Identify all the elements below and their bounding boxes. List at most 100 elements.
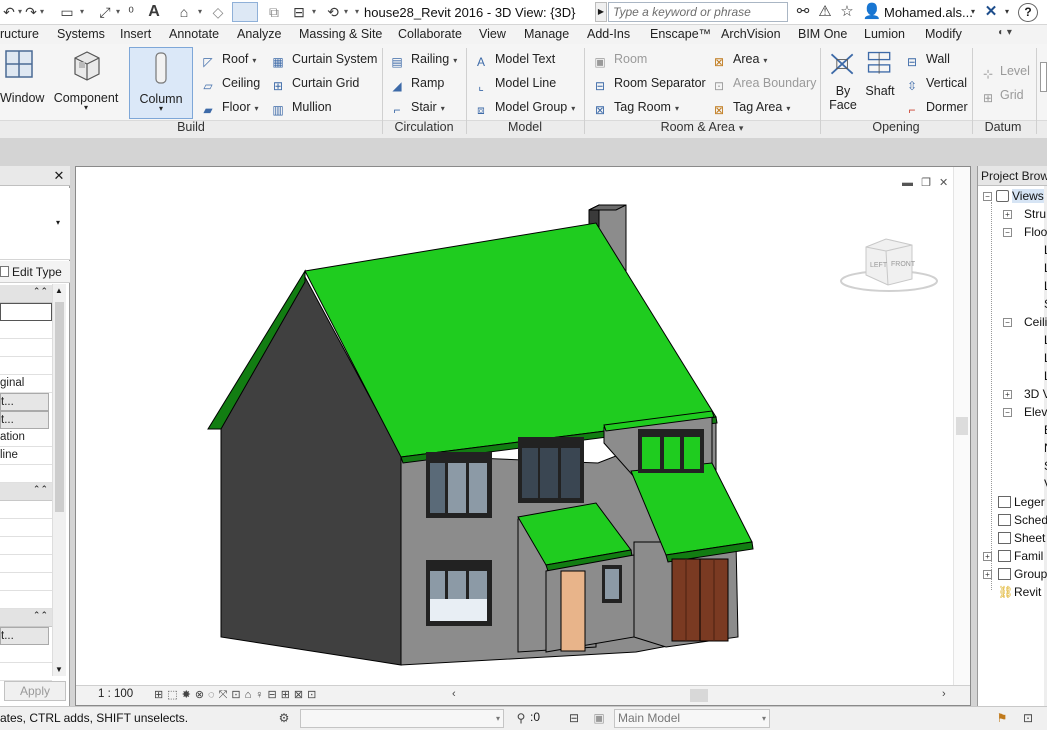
- property-value[interactable]: [0, 303, 52, 321]
- favorites-star-icon[interactable]: ☆: [836, 2, 858, 22]
- tab-modify[interactable]: Modify: [925, 25, 962, 44]
- undo-icon[interactable]: ↶: [2, 3, 16, 21]
- expand-icon[interactable]: +: [1003, 390, 1012, 399]
- subscription-center-icon[interactable]: ⚠: [814, 2, 836, 22]
- tab-insert[interactable]: Insert: [120, 25, 151, 44]
- room-button[interactable]: ▣ Room: [592, 49, 647, 69]
- scroll-left-icon[interactable]: ‹: [452, 688, 456, 700]
- railing-button[interactable]: ▤ Railing ▾: [389, 49, 457, 69]
- property-edit-button[interactable]: t...: [0, 411, 49, 429]
- property-value[interactable]: ginal: [0, 375, 52, 393]
- user-icon[interactable]: 👤: [861, 2, 883, 22]
- tab-enscape[interactable]: Enscape™: [650, 25, 711, 44]
- property-value[interactable]: [0, 357, 52, 375]
- tree-item-families[interactable]: Famil: [998, 547, 1043, 565]
- measure-icon[interactable]: ⤢: [96, 3, 114, 21]
- tree-item-sheets[interactable]: Sheet: [998, 529, 1045, 547]
- design-options-icon[interactable]: ⊟: [565, 710, 583, 726]
- user-dropdown-icon[interactable]: ▾: [968, 2, 978, 22]
- type-selector-dropdown-icon[interactable]: ▾: [56, 218, 60, 227]
- user-name[interactable]: Mohamed.als...: [884, 0, 973, 25]
- tree-item-schedules[interactable]: Sched: [998, 511, 1047, 529]
- view-vertical-scrollbar[interactable]: [953, 167, 970, 685]
- close-hidden-windows-icon[interactable]: ⧉: [265, 3, 283, 21]
- property-value[interactable]: [0, 573, 52, 591]
- curtain-grid-button[interactable]: ⊞ Curtain Grid: [270, 73, 359, 93]
- view-control-icons[interactable]: ⊞⬚✸⊗◌⤧⊡⌂♀⊟⊞⊠⊡: [154, 688, 320, 702]
- property-value[interactable]: [0, 663, 52, 681]
- help-button[interactable]: ?: [1018, 3, 1038, 22]
- ramp-button[interactable]: ◢ Ramp: [389, 73, 444, 93]
- tree-item-ceiling-plans[interactable]: Ceili: [1024, 313, 1047, 331]
- exchange-apps-icon[interactable]: ✕: [980, 2, 1002, 22]
- type-selector[interactable]: ▾: [0, 188, 70, 260]
- room-area-group-label[interactable]: Room & Area ▾: [584, 118, 820, 138]
- collapse-section-icon[interactable]: ⌃⌃: [33, 484, 48, 495]
- sync-icon[interactable]: ⟲: [324, 3, 342, 21]
- model-line-button[interactable]: ⌞ Model Line: [473, 73, 556, 93]
- vertical-opening-button[interactable]: ⇳ Vertical: [904, 73, 967, 93]
- text-icon[interactable]: A: [145, 3, 163, 21]
- tab-view[interactable]: View: [479, 25, 506, 44]
- workplane-set-button[interactable]: [1040, 62, 1047, 92]
- collapse-icon[interactable]: −: [983, 192, 992, 201]
- switch-windows-icon[interactable]: ⊟: [290, 3, 308, 21]
- 3d-view-window[interactable]: ▬ ❐ ✕ LEFT FRONT 1: 100 ⊞⬚✸⊗◌⤧⊡⌂♀⊟⊞⊠⊡ ‹…: [75, 166, 971, 706]
- tag-area-button[interactable]: ⊠ Tag Area ▾: [711, 97, 790, 117]
- properties-section-header[interactable]: ⌃⌃: [0, 483, 52, 501]
- 3d-view-dropdown-icon[interactable]: ▾: [196, 3, 204, 21]
- search-input[interactable]: [608, 2, 788, 22]
- select-links-icon[interactable]: ⚑: [993, 710, 1011, 726]
- by-face-button[interactable]: By Face: [825, 49, 861, 112]
- measure-dropdown-icon[interactable]: ▾: [114, 3, 122, 21]
- component-button[interactable]: Component ▾: [50, 48, 122, 112]
- area-button[interactable]: ⊠ Area ▾: [711, 49, 767, 69]
- property-value[interactable]: [0, 465, 52, 483]
- close-icon[interactable]: ✕: [52, 167, 66, 185]
- tree-item-groups[interactable]: Group: [998, 565, 1047, 583]
- apply-button[interactable]: Apply: [4, 681, 66, 701]
- collapse-icon[interactable]: −: [1003, 318, 1012, 327]
- print-dropdown-icon[interactable]: ▾: [78, 3, 86, 21]
- undo-dropdown-icon[interactable]: ▾: [16, 3, 24, 21]
- ceiling-button[interactable]: ▱ Ceiling: [200, 73, 260, 93]
- tree-item-views[interactable]: Views: [996, 187, 1044, 205]
- property-value[interactable]: [0, 339, 52, 357]
- property-value[interactable]: [0, 501, 52, 519]
- edit-type-button[interactable]: Edit Type: [0, 261, 70, 283]
- viewcube[interactable]: LEFT FRONT: [840, 238, 938, 292]
- tab-massing-site[interactable]: Massing & Site: [299, 25, 382, 44]
- tab-manage[interactable]: Manage: [524, 25, 569, 44]
- properties-section-header[interactable]: ⌃⌃: [0, 609, 52, 627]
- editable-only-icon[interactable]: ▣: [590, 710, 608, 726]
- tab-bim-one[interactable]: BIM One: [798, 25, 847, 44]
- window-button[interactable]: Window: [0, 48, 44, 105]
- print-icon[interactable]: ▭: [58, 3, 76, 21]
- tab-add-ins[interactable]: Add-Ins: [587, 25, 630, 44]
- tab-collaborate[interactable]: Collaborate: [398, 25, 462, 44]
- tab-systems[interactable]: Systems: [57, 25, 105, 44]
- tree-item-structural-plans[interactable]: Stru: [1024, 205, 1046, 223]
- expand-icon[interactable]: +: [983, 552, 992, 561]
- property-value[interactable]: line: [0, 447, 52, 465]
- property-value[interactable]: [0, 645, 52, 663]
- property-edit-button[interactable]: t...: [0, 627, 49, 645]
- view-horizontal-scroll-thumb[interactable]: [690, 689, 708, 702]
- model-group-button[interactable]: ⧈ Model Group ▾: [473, 97, 575, 117]
- tree-item-elevations[interactable]: Eleva: [1024, 403, 1047, 421]
- property-value[interactable]: ation: [0, 429, 52, 447]
- design-option-combo[interactable]: Main Model ▾: [614, 709, 770, 728]
- tree-item-legends[interactable]: Leger: [998, 493, 1045, 511]
- tree-item-revit-links[interactable]: ⛓Revit: [998, 583, 1041, 601]
- column-button[interactable]: Column ▾: [129, 47, 193, 119]
- stair-button[interactable]: ⌐ Stair ▾: [389, 97, 444, 117]
- collapse-section-icon[interactable]: ⌃⌃: [33, 610, 48, 621]
- tab-annotate[interactable]: Annotate: [169, 25, 219, 44]
- floor-button[interactable]: ▰ Floor ▾: [200, 97, 258, 117]
- scroll-down-icon[interactable]: ▼: [55, 665, 63, 674]
- tab-structure[interactable]: ructure: [0, 25, 39, 44]
- tree-item-floor-plans[interactable]: Floo: [1024, 223, 1047, 241]
- expand-icon[interactable]: +: [983, 570, 992, 579]
- expand-search-icon[interactable]: ▶: [595, 2, 607, 22]
- grid-button[interactable]: ⊞ Grid: [980, 85, 1024, 105]
